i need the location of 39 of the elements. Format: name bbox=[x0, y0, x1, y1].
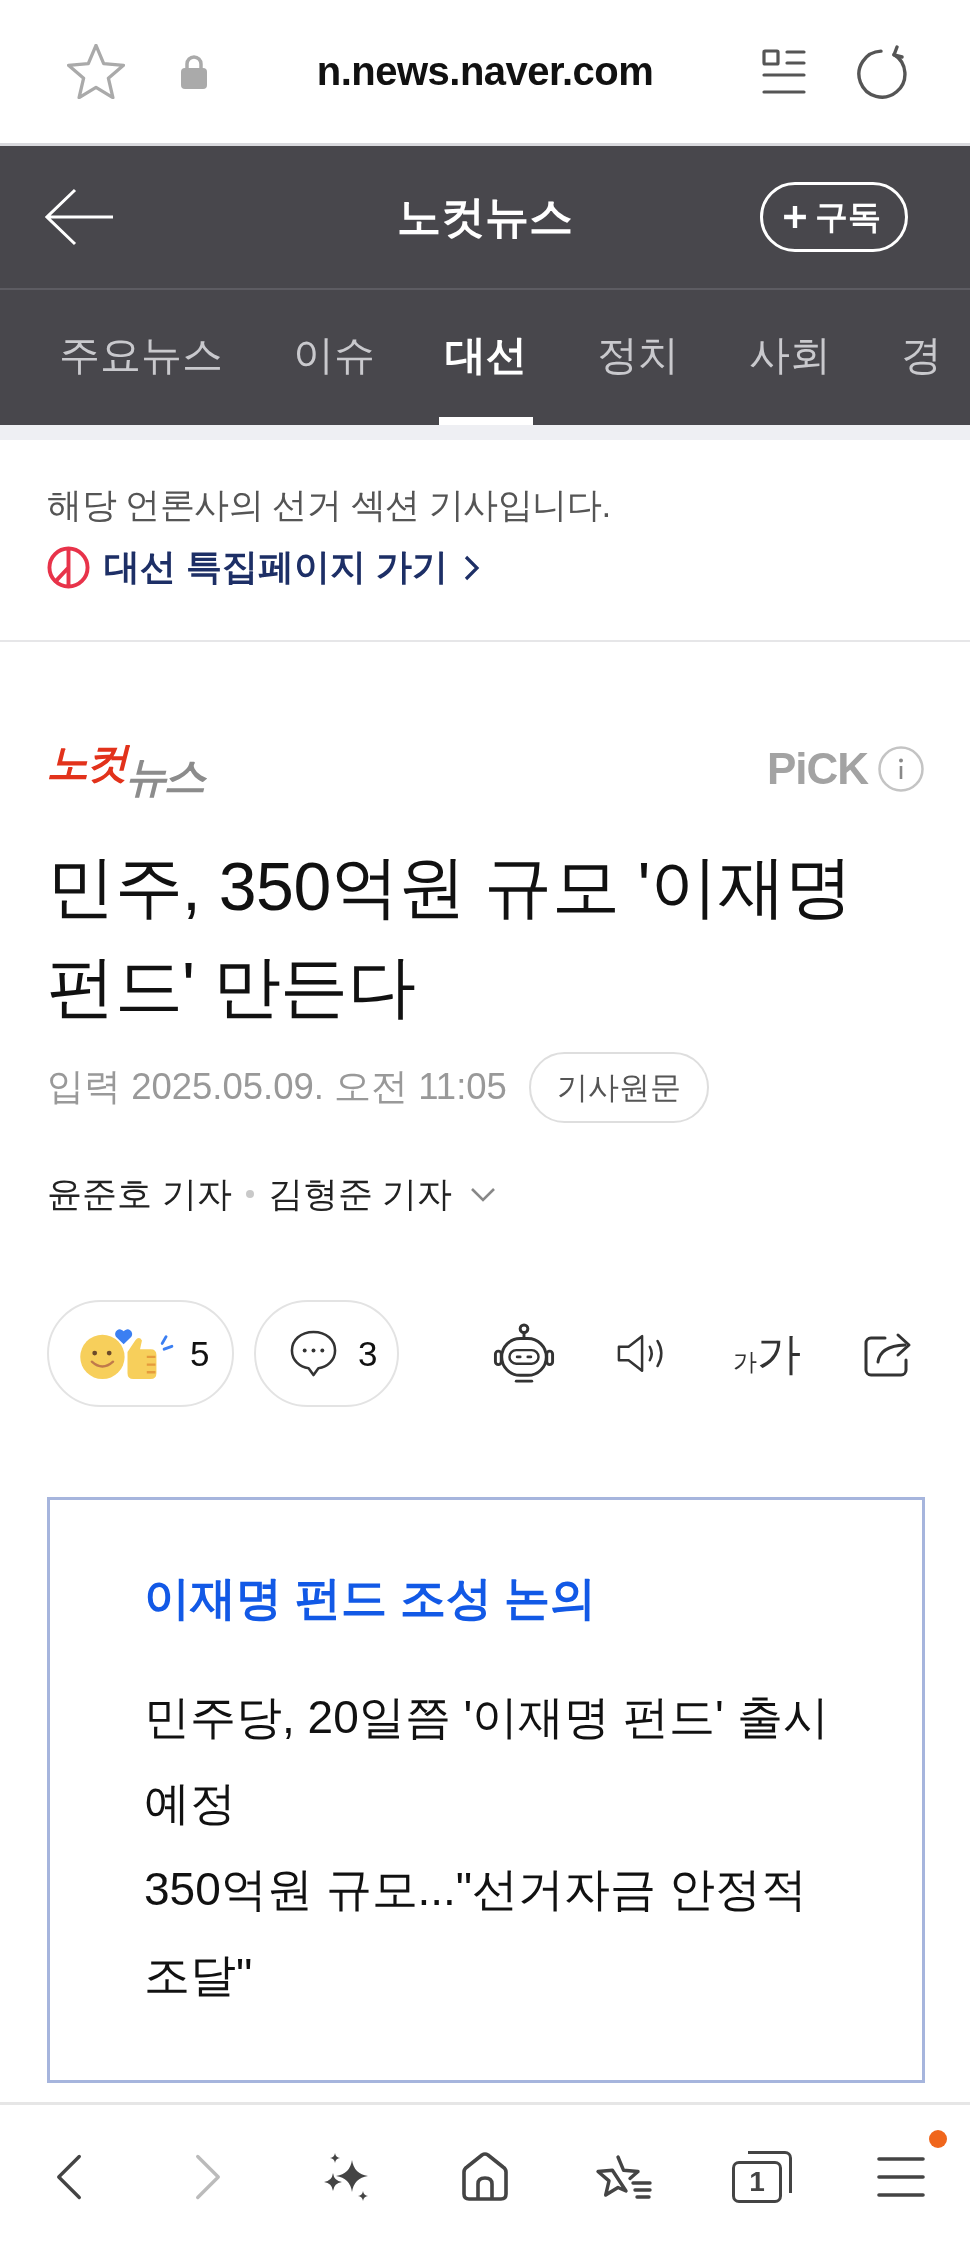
menu-icon[interactable] bbox=[876, 2154, 925, 2199]
separator-dot-icon bbox=[245, 1190, 254, 1198]
press-name-title: 노컷뉴스 bbox=[397, 190, 573, 243]
press-logo[interactable]: 노컷뉴스 bbox=[47, 742, 203, 796]
category-tab[interactable]: 경 bbox=[895, 290, 948, 425]
original-article-button[interactable]: 기사원문 bbox=[528, 1052, 709, 1123]
pick-label: PiCK bbox=[766, 744, 868, 794]
article-headline: 민주, 350억원 규모 '이재명 펀드' 만든다 bbox=[47, 847, 854, 1026]
speech-bubble-icon bbox=[289, 1329, 338, 1378]
refresh-icon[interactable] bbox=[856, 44, 910, 99]
summary-title: 이재명 펀드 조성 논의 bbox=[144, 1571, 598, 1626]
plus-icon bbox=[783, 205, 807, 229]
election-notice-text: 해당 언론사의 선거 섹션 기사입니다. bbox=[47, 484, 611, 526]
back-icon[interactable] bbox=[55, 2152, 84, 2201]
reporter-name[interactable]: 김형준 기자 bbox=[267, 1170, 453, 1218]
reaction-button[interactable]: 5 bbox=[47, 1300, 234, 1407]
smiley-thumbs-up-icon bbox=[79, 1326, 176, 1381]
bookmark-star-icon[interactable] bbox=[67, 44, 125, 99]
reporter-name[interactable]: 윤준호 기자 bbox=[47, 1170, 232, 1218]
reader-mode-icon[interactable] bbox=[762, 48, 806, 95]
summary-line: 민주당, 20일쯤 '이재명 펀드' 출시 예정 bbox=[144, 1690, 830, 1831]
subscribe-button[interactable]: 구독 bbox=[760, 182, 908, 252]
category-tab[interactable]: 사회 bbox=[743, 290, 837, 425]
home-icon[interactable] bbox=[461, 2151, 509, 2202]
comment-button[interactable]: 3 bbox=[254, 1300, 399, 1407]
url-text[interactable]: n.news.naver.com bbox=[316, 49, 654, 94]
star-list-icon[interactable] bbox=[594, 2153, 653, 2200]
robot-icon[interactable] bbox=[493, 1322, 555, 1385]
chevron-right-icon bbox=[464, 554, 480, 581]
category-tab[interactable]: 주요뉴스 bbox=[53, 290, 229, 425]
election-page-link[interactable]: 대선 특집페이지 가기 bbox=[47, 543, 480, 592]
publish-date: 입력 2025.05.09. 오전 11:05 bbox=[47, 1065, 507, 1109]
back-arrow-icon[interactable] bbox=[45, 188, 115, 246]
chevron-down-icon[interactable] bbox=[470, 1186, 497, 1202]
category-tab[interactable]: 정치 bbox=[591, 290, 685, 425]
font-size-button[interactable]: 가가 bbox=[733, 1331, 801, 1376]
ballot-stamp-icon bbox=[47, 546, 90, 589]
summary-line: 350억원 규모..."선거자금 안정적 조달" bbox=[144, 1862, 808, 2003]
category-tab[interactable]: 이슈 bbox=[287, 290, 381, 425]
